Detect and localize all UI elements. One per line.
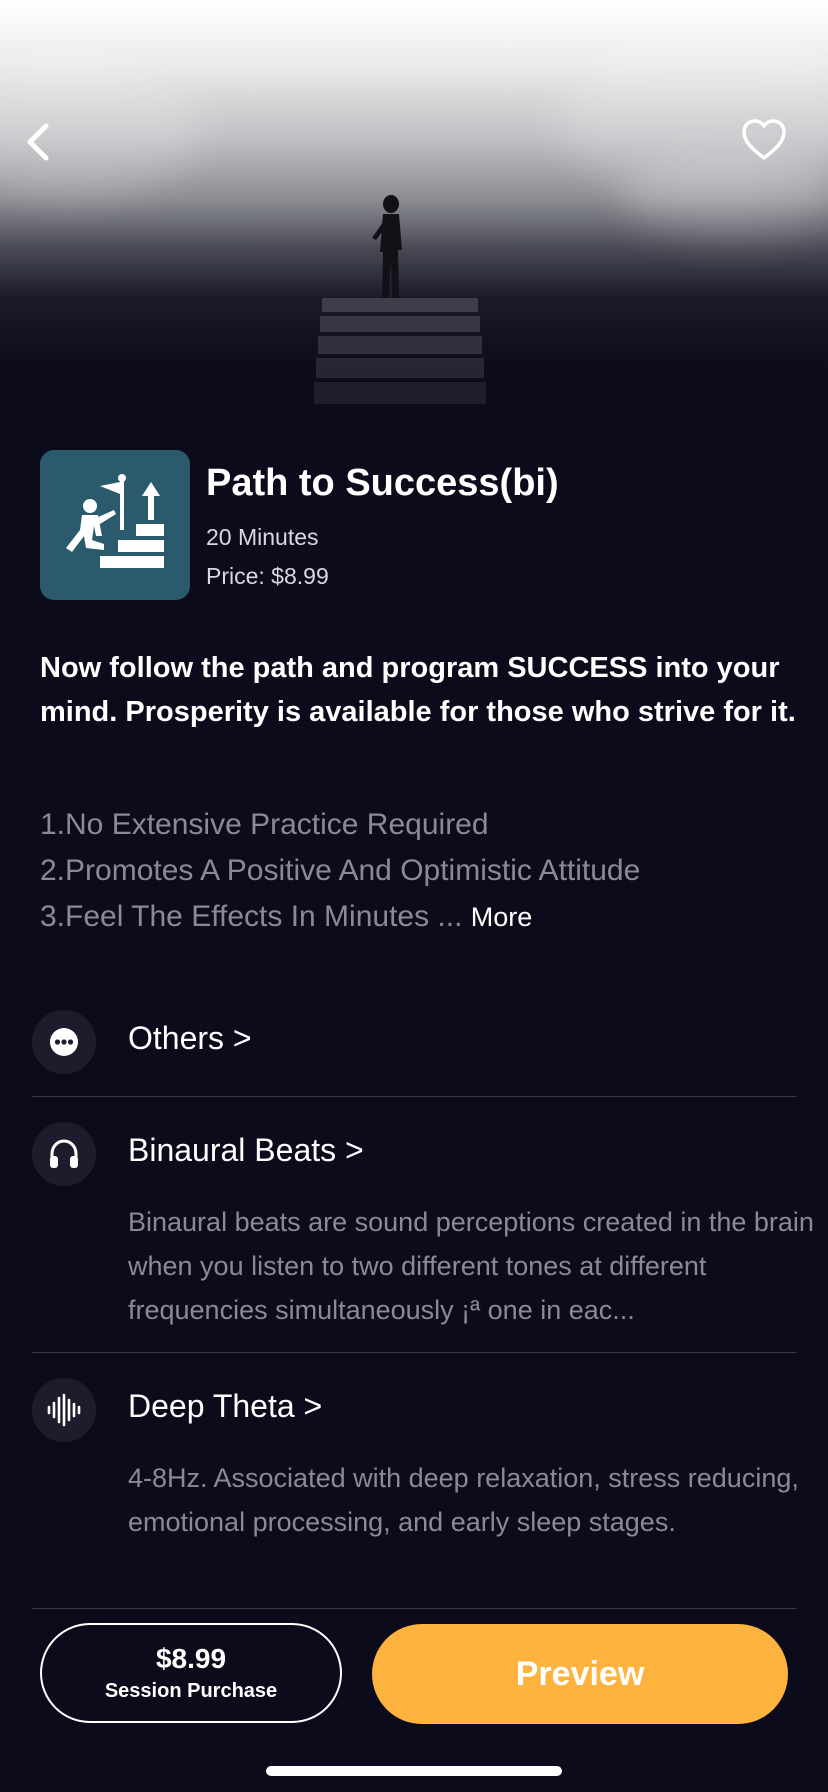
feature-description: 4-8Hz. Associated with deep relaxation, … <box>128 1463 799 1537</box>
session-duration: 20 Minutes <box>206 524 319 550</box>
benefit-item: 1.No Extensive Practice Required <box>40 808 489 841</box>
purchase-price: $8.99 <box>155 1643 227 1674</box>
feature-icon <box>32 1378 96 1442</box>
headphones-icon <box>50 1139 78 1168</box>
chevron-left-icon <box>27 123 49 161</box>
session-price: Price: $8.99 <box>206 563 329 589</box>
session-detail-screen: Path to Success(bi) 20 Minutes Price: $8… <box>0 0 828 1792</box>
divider <box>32 1608 796 1609</box>
feature-description: Binaural beats are sound perceptions cre… <box>128 1207 814 1325</box>
session-headline: Now follow the path and program SUCCESS … <box>40 652 796 728</box>
purchase-label: Session Purchase <box>104 1680 278 1702</box>
feature-icon <box>32 1122 96 1186</box>
benefit-item: 3.Feel The Effects In Minutes ... More <box>40 894 800 940</box>
benefit-item-text: 3.Feel The Effects In Minutes ... <box>40 900 463 933</box>
divider <box>32 1096 796 1097</box>
feature-name[interactable]: Others > <box>128 1020 252 1057</box>
feature-icon <box>32 1010 96 1074</box>
feature-name[interactable]: Deep Theta > <box>128 1388 322 1425</box>
home-indicator <box>266 1766 562 1776</box>
sound-wave-icon <box>47 1393 81 1427</box>
benefit-item: 2.Promotes A Positive And Optimistic Att… <box>40 854 641 887</box>
favorite-button[interactable] <box>738 116 790 164</box>
heart-outline-icon <box>742 119 786 160</box>
session-title: Path to Success(bi) <box>206 462 559 504</box>
session-purchase-button[interactable]: $8.99 Session Purchase <box>40 1623 342 1723</box>
preview-button[interactable]: Preview <box>372 1624 788 1724</box>
more-dots-icon <box>50 1028 78 1056</box>
back-button[interactable] <box>20 118 60 166</box>
divider <box>32 1352 796 1353</box>
stairs-flag-icon <box>66 474 164 568</box>
benefit-list: 1.No Extensive Practice Required 2.Promo… <box>40 802 800 940</box>
session-icon <box>40 450 190 600</box>
feature-name[interactable]: Binaural Beats > <box>128 1132 364 1169</box>
more-link[interactable]: More <box>471 902 533 932</box>
